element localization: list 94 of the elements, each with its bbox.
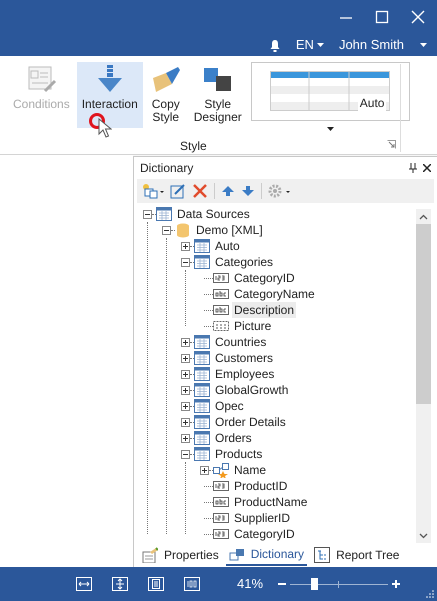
panel-tab[interactable]: Report Tree — [311, 544, 402, 566]
tree-item[interactable]: CategoryID — [232, 526, 297, 542]
tree-item[interactable]: Data Sources — [175, 206, 252, 222]
tree-item[interactable]: Products — [213, 446, 264, 462]
expand-icon[interactable] — [181, 418, 190, 426]
collapse-icon[interactable] — [143, 210, 152, 218]
table-icon — [194, 238, 210, 254]
tree-item[interactable]: Countries — [213, 334, 268, 350]
tree-item[interactable]: CategoryID — [232, 270, 297, 286]
expand-icon[interactable] — [181, 242, 190, 250]
maximize-icon[interactable] — [375, 10, 389, 24]
tree-item[interactable]: GlobalGrowth — [213, 382, 290, 398]
style-designer-button[interactable]: Style Designer — [188, 62, 247, 128]
copy-style-button[interactable]: Copy Style — [144, 62, 187, 128]
caret-icon[interactable] — [420, 43, 427, 47]
bell-icon[interactable] — [268, 38, 281, 52]
tree-item[interactable]: Picture — [232, 318, 274, 334]
table-icon — [194, 398, 210, 414]
table-icon — [194, 254, 210, 270]
style-gallery[interactable]: Auto — [250, 62, 410, 121]
resize-grip-icon[interactable] — [426, 590, 434, 598]
up-arrow-icon[interactable] — [221, 184, 235, 198]
scrollbar[interactable] — [416, 209, 431, 543]
tree-item[interactable]: ProductID — [232, 478, 290, 494]
number-field-icon — [213, 510, 229, 526]
table-icon — [194, 414, 210, 430]
expand-icon[interactable] — [181, 338, 190, 346]
text-field-icon — [213, 302, 229, 318]
caret-icon[interactable] — [326, 127, 334, 131]
tree-item[interactable]: Orders — [213, 430, 254, 446]
tree-item[interactable]: Employees — [213, 366, 276, 382]
tree-item[interactable]: Auto — [213, 238, 242, 254]
expand-icon[interactable] — [181, 370, 190, 378]
page-height-icon[interactable] — [112, 577, 128, 591]
expand-icon[interactable] — [181, 386, 190, 394]
tree-item[interactable]: ProductName — [232, 494, 310, 510]
panel-tab[interactable]: Properties — [139, 544, 222, 566]
table-icon — [194, 334, 210, 350]
table-icon — [194, 382, 210, 398]
tree-item[interactable]: SupplierID — [232, 510, 292, 526]
number-field-icon — [213, 526, 229, 542]
pin-icon[interactable] — [409, 163, 417, 173]
tree-item[interactable]: Name — [232, 462, 268, 478]
click-indicator-icon — [89, 113, 105, 129]
table-icon — [194, 366, 210, 382]
tree-item[interactable]: Categories — [213, 254, 276, 270]
interaction-button[interactable]: Interaction — [76, 62, 143, 128]
scroll-down-icon[interactable] — [419, 533, 428, 539]
tree-item[interactable]: CategoryName — [232, 286, 317, 302]
zoom-slider[interactable] — [290, 578, 388, 590]
collapse-icon[interactable] — [181, 258, 190, 266]
collapse-icon[interactable] — [181, 450, 190, 458]
zoom-in-icon[interactable] — [391, 579, 402, 589]
report-tree-icon — [314, 547, 330, 563]
dictionary-icon — [228, 546, 245, 562]
expand-icon[interactable] — [181, 402, 190, 410]
launcher-icon[interactable] — [387, 140, 396, 149]
tree-item[interactable]: Opec — [213, 398, 246, 414]
number-field-icon — [213, 270, 229, 286]
language-dropdown[interactable]: EN — [296, 35, 324, 55]
number-field-icon — [213, 478, 229, 494]
scroll-up-icon[interactable] — [419, 214, 428, 220]
tree-item[interactable]: Customers — [213, 350, 276, 366]
close-icon[interactable] — [423, 164, 431, 172]
expand-icon[interactable] — [181, 354, 190, 362]
actual-size-icon[interactable] — [184, 577, 200, 591]
down-arrow-icon[interactable] — [241, 184, 255, 198]
collapse-icon[interactable] — [162, 226, 171, 234]
group-label: Style — [180, 138, 207, 155]
database-icon — [175, 222, 191, 238]
caret-icon — [316, 43, 324, 47]
tree-item[interactable]: Order Details — [213, 414, 288, 430]
properties-icon — [142, 547, 158, 563]
table-icon — [194, 430, 210, 446]
expand-icon[interactable] — [181, 434, 190, 442]
page-width-icon[interactable] — [76, 577, 92, 591]
tree-item[interactable]: Description — [232, 302, 296, 318]
table-icon — [194, 446, 210, 462]
panel-title: Dictionary — [140, 160, 194, 177]
slider-thumb[interactable] — [310, 578, 318, 590]
whole-page-icon[interactable] — [148, 577, 164, 591]
table-icon — [194, 350, 210, 366]
expand-icon[interactable] — [200, 466, 209, 474]
tree-item[interactable]: Demo [XML] — [194, 222, 265, 238]
table-icon — [156, 206, 172, 222]
user-name[interactable]: John Smith — [338, 35, 404, 55]
delete-icon[interactable] — [192, 183, 208, 199]
relation-icon — [213, 462, 229, 478]
zoom-percent: 41% — [237, 575, 264, 594]
cursor-icon — [98, 118, 112, 138]
new-item-icon[interactable] — [142, 183, 164, 199]
edit-icon[interactable] — [170, 183, 186, 199]
text-field-icon — [213, 494, 229, 510]
text-field-icon — [213, 286, 229, 302]
